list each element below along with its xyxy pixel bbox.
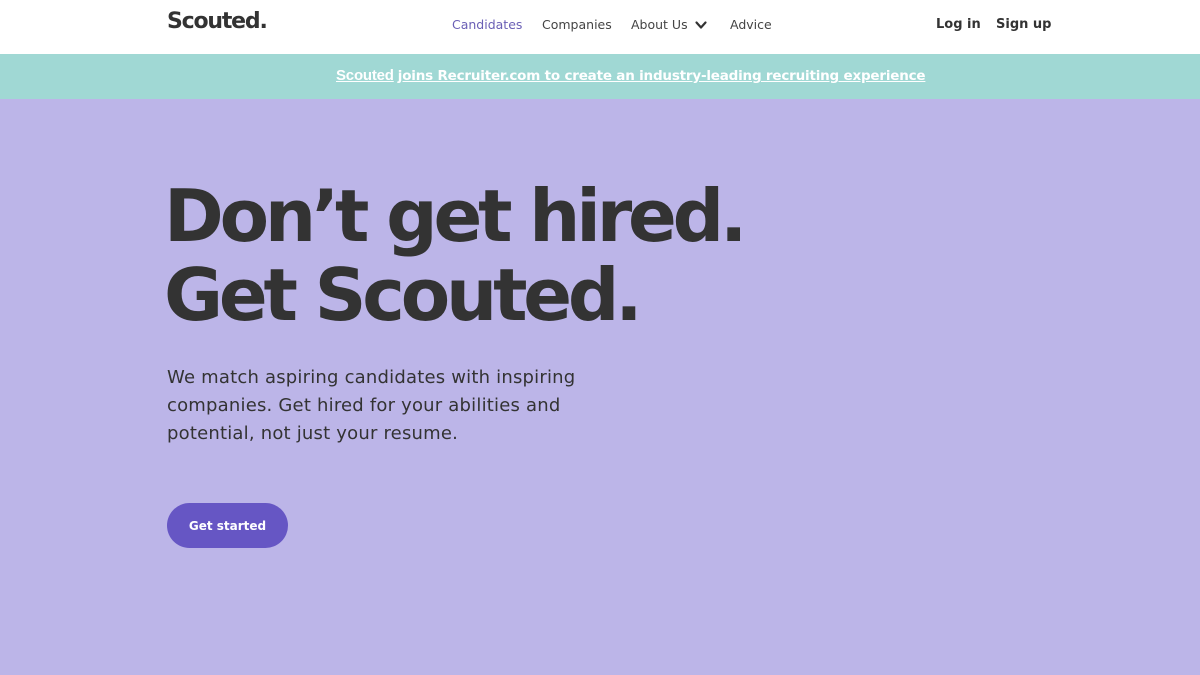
nav-companies[interactable]: Companies [542, 17, 612, 32]
nav-candidates[interactable]: Candidates [452, 17, 522, 32]
hero-section: Don’t get hired. Get Scouted. We match a… [0, 99, 1200, 675]
signup-link[interactable]: Sign up [996, 17, 1051, 32]
banner-text: joins Recruiter.com to create an industr… [397, 68, 926, 84]
nav-about-us-label: About Us [631, 17, 688, 32]
chevron-down-icon [694, 20, 707, 29]
hero-headline: Don’t get hired. Get Scouted. [164, 174, 747, 337]
announcement-link[interactable]: Scouted joins Recruiter.com to create an … [336, 67, 926, 84]
hero-subtext: We match aspiring candidates with inspir… [167, 367, 576, 444]
headline-line-2: Get Scouted. [164, 253, 643, 337]
announcement-banner: Scouted joins Recruiter.com to create an … [0, 54, 1200, 99]
login-link[interactable]: Log in [936, 17, 981, 32]
banner-brand: Scouted [336, 67, 394, 84]
headline-line-1: Don’t get hired. [164, 174, 747, 258]
scouted-logo[interactable]: Scouted. [167, 9, 268, 34]
nav-advice[interactable]: Advice [730, 17, 772, 32]
top-navigation-bar: Scouted. Candidates Companies About Us A… [0, 0, 1200, 54]
get-started-button[interactable]: Get started [167, 503, 288, 548]
nav-about-us[interactable]: About Us [631, 17, 708, 32]
